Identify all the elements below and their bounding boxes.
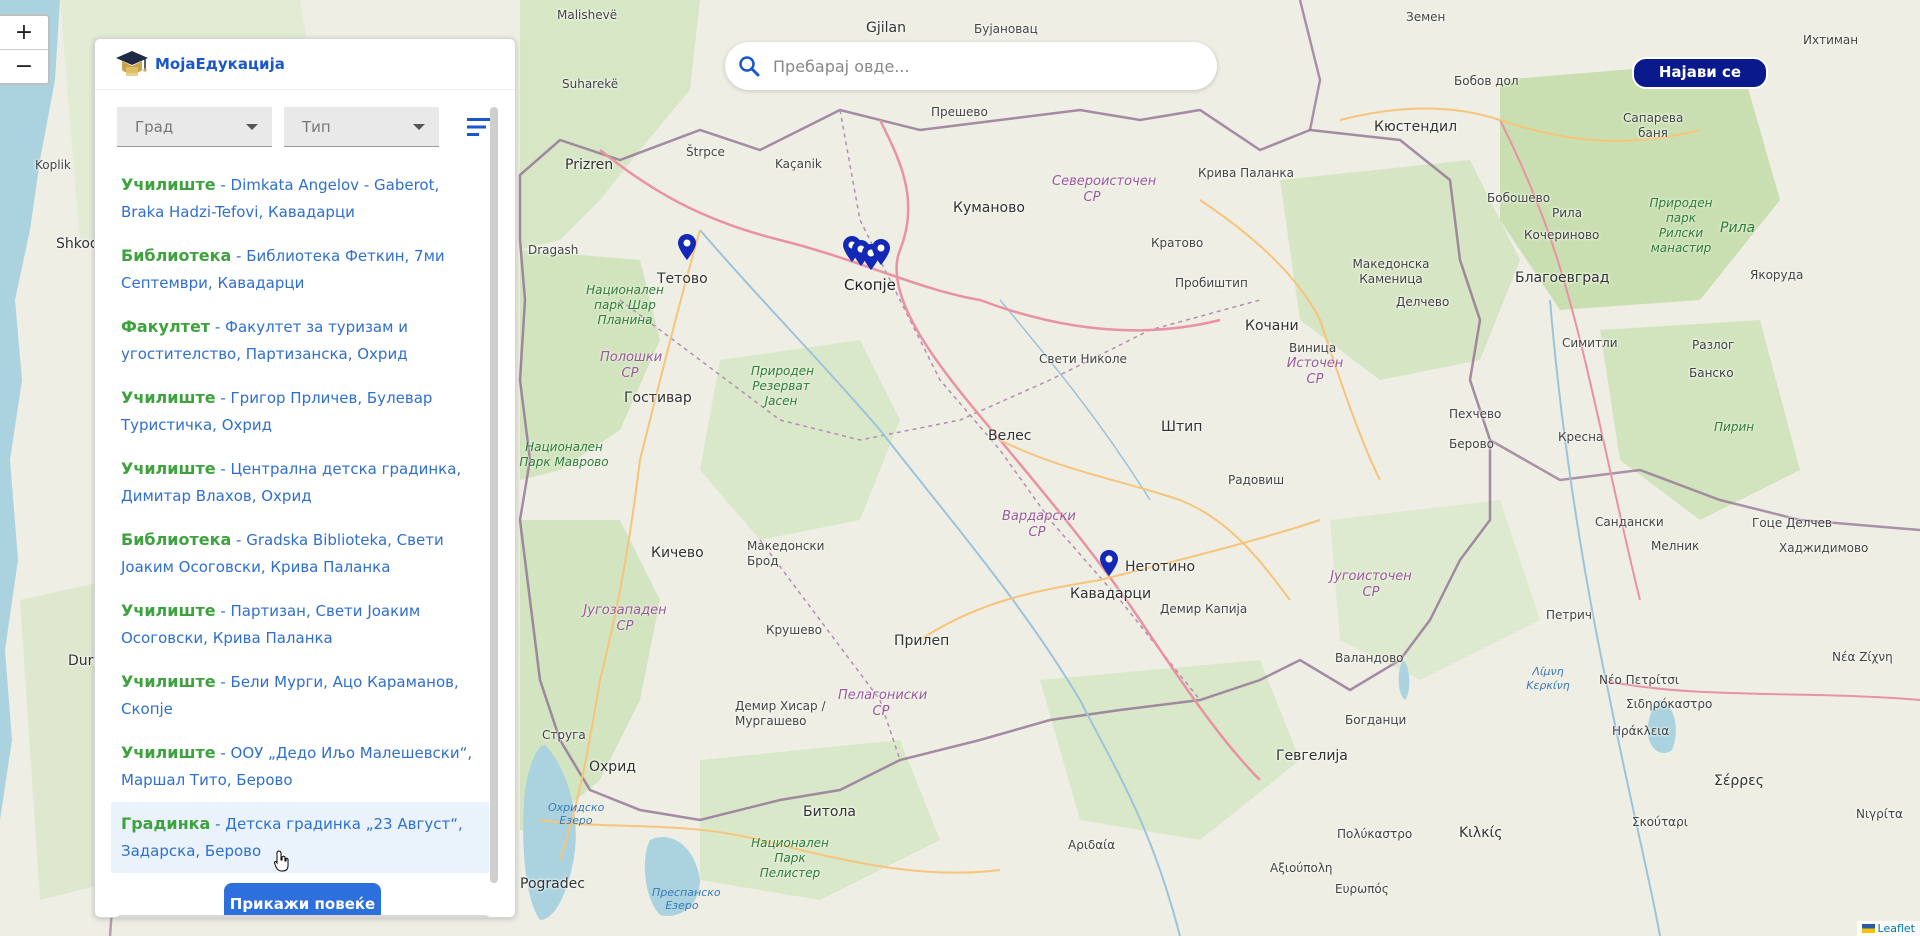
item-kind: Училиште — [121, 672, 216, 691]
list-item[interactable]: Училиште - Партизан, Свети Јоаким Осогов… — [111, 589, 489, 660]
filters-bar: Град Тип — [117, 107, 493, 147]
map-marker-tetovo[interactable] — [678, 234, 696, 260]
horizontal-scrollbar-thumb[interactable] — [115, 917, 467, 918]
list-item[interactable]: Библиотека - Библиотека Феткин, 7ми Септ… — [111, 234, 489, 305]
list-item[interactable]: Библиотека - Gradska Biblioteka, Свети Ј… — [111, 518, 489, 589]
item-kind: Библиотека — [121, 246, 232, 265]
list-item[interactable]: Училиште - ООУ „Дедо Иљо Малешевски“, Ма… — [111, 731, 489, 802]
map-marker-skopje-4[interactable] — [872, 239, 890, 265]
type-filter-label: Тип — [302, 117, 331, 136]
city-filter-select[interactable]: Град — [117, 107, 272, 147]
city-filter-label: Град — [135, 117, 174, 136]
institutions-list: Училиште - Dimkata Angelov - Gaberot, Br… — [111, 163, 489, 873]
list-item[interactable]: Градинка - Детска градинка „23 Август“, … — [111, 802, 489, 873]
list-item[interactable]: Училиште - Централна детска градинка, Ди… — [111, 447, 489, 518]
item-kind: Училиште — [121, 388, 216, 407]
map-marker-kavadarci[interactable] — [1100, 550, 1118, 576]
search-input[interactable] — [771, 55, 1175, 77]
vertical-scrollbar[interactable] — [490, 107, 498, 883]
sidebar-panel: МојаЕдукација Град Тип Училиште - Dimkat… — [94, 38, 516, 918]
item-kind: Библиотека — [121, 530, 232, 549]
chevron-down-icon — [413, 123, 425, 130]
zoom-in-button[interactable]: + — [0, 16, 48, 49]
item-kind: Училиште — [121, 601, 216, 620]
horizontal-scrollbar[interactable] — [113, 915, 493, 918]
chevron-down-icon — [246, 123, 258, 130]
brand-name: МојаЕдукација — [155, 55, 285, 73]
zoom-control: + − — [0, 14, 50, 85]
list-item[interactable]: Факултет - Факултет за туризам и угостит… — [111, 305, 489, 376]
item-kind: Училиште — [121, 175, 216, 194]
zoom-out-button[interactable]: − — [0, 49, 48, 83]
list-item[interactable]: Училиште - Dimkata Angelov - Gaberot, Br… — [111, 163, 489, 234]
ukraine-flag-icon — [1861, 924, 1875, 933]
login-button[interactable]: Најави се — [1632, 57, 1768, 89]
graduation-cap-icon — [116, 51, 148, 76]
search-bar[interactable] — [725, 42, 1217, 90]
item-kind: Градинка — [121, 814, 211, 833]
list-item[interactable]: Училиште - Бели Мурги, Ацо Караманов, Ск… — [111, 660, 489, 731]
item-kind: Училиште — [121, 743, 216, 762]
hand-cursor-icon — [274, 850, 289, 872]
search-icon — [739, 56, 760, 77]
type-filter-select[interactable]: Тип — [284, 107, 439, 147]
load-more-button[interactable]: Прикажи повеќе — [224, 883, 381, 917]
item-kind: Училиште — [121, 459, 216, 478]
map-attribution[interactable]: Leaflet — [1856, 921, 1920, 936]
list-item[interactable]: Училиште - Григор Прличев, Булевар Турис… — [111, 376, 489, 447]
item-kind: Факултет — [121, 317, 211, 336]
brand[interactable]: МојаЕдукација — [95, 39, 515, 90]
attribution-link[interactable]: Leaflet — [1878, 922, 1915, 935]
